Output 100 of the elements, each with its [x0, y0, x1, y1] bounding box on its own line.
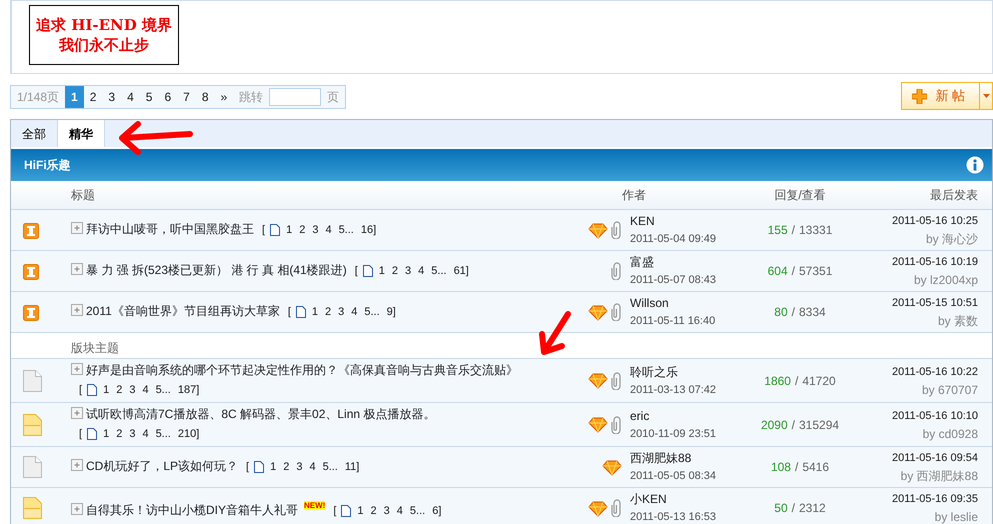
view-count: 5416 — [802, 460, 830, 474]
post-date: 2010-11-09 23:51 — [630, 426, 718, 442]
page-link[interactable]: 1 — [312, 306, 318, 318]
page-link[interactable]: 4 — [142, 384, 149, 396]
expand-icon[interactable] — [71, 263, 83, 275]
post-date: 2011-05-13 16:53 — [630, 510, 718, 524]
thread-title-link[interactable]: 2011《音响世界》节目组再访大草家 — [86, 304, 280, 318]
page-link[interactable]: 1 — [357, 504, 364, 516]
thread-title-link[interactable]: 试听欧博高清7C播放器、8C 解码器、景丰02、Linn 极点播放器。 — [86, 407, 436, 421]
page-link[interactable]: 16] — [360, 224, 376, 236]
page-link[interactable]: 5... — [431, 265, 447, 277]
page-jump-field[interactable] — [269, 88, 322, 106]
page-link[interactable]: 8 — [196, 86, 215, 108]
tab[interactable]: 精华 — [58, 120, 105, 147]
last-post-time: 2011-05-16 09:35 — [890, 492, 978, 507]
next-page-link[interactable]: » — [214, 86, 234, 108]
thread-title-link[interactable]: 暴 力 强 拆(523楼已更新） 港 行 真 相(41楼跟进) — [86, 263, 347, 277]
page-link[interactable]: 5... — [156, 428, 171, 440]
page-link[interactable]: 3 — [129, 428, 136, 440]
thread-title-link[interactable]: 好声是由音响系统的哪个环节起决定性作用的？《高保真音响与古典音乐交流贴》 — [86, 363, 518, 377]
page-link[interactable]: 3 — [296, 461, 302, 473]
page-link[interactable]: 7 — [177, 86, 196, 108]
forum-title: HiFi乐趣 — [24, 157, 71, 174]
column-header: 标题 — [71, 187, 96, 204]
bracket: [ — [354, 265, 358, 277]
page-link[interactable]: 6 — [158, 86, 178, 108]
page-link[interactable]: 1 — [65, 86, 84, 108]
page-link[interactable]: 1 — [270, 461, 276, 473]
post-date: 2011-05-05 08:34 — [630, 469, 718, 484]
page-link[interactable]: 4 — [309, 461, 316, 473]
page-link[interactable]: 210] — [178, 428, 200, 440]
page-link[interactable]: 4 — [351, 306, 358, 318]
page-icon — [296, 306, 306, 318]
thread-title-link[interactable]: 自得其乐！访中山小榄DIY音箱牛人礼哥 — [86, 502, 298, 516]
page-icon — [362, 265, 373, 278]
last-poster: by 海心沙 — [924, 231, 978, 248]
last-poster: by 670707 — [920, 382, 978, 398]
view-count: 57351 — [799, 264, 832, 278]
page-link[interactable]: 2 — [84, 86, 102, 108]
expand-icon[interactable] — [71, 459, 83, 471]
page-link[interactable]: 5... — [322, 461, 338, 473]
page-link[interactable]: 1 — [286, 224, 292, 236]
last-post-time: 2011-05-16 10:10 — [890, 408, 978, 424]
reply-count: 155 — [768, 223, 788, 237]
page-link[interactable]: 2 — [392, 265, 398, 277]
page-link[interactable]: 4 — [418, 265, 424, 277]
page-link[interactable]: 1 — [103, 384, 110, 396]
expand-icon[interactable] — [71, 222, 83, 234]
expand-icon[interactable] — [71, 363, 83, 375]
page-link[interactable]: 3 — [405, 265, 412, 277]
page-link[interactable]: 4 — [325, 224, 332, 236]
page-link[interactable]: 2 — [370, 504, 377, 516]
page-link[interactable]: 2 — [299, 224, 306, 236]
page-link[interactable]: 6] — [432, 504, 442, 516]
view-count: 315294 — [799, 418, 840, 432]
page-icon — [341, 504, 352, 517]
page-link[interactable]: 5... — [338, 224, 354, 236]
page-link[interactable]: 5... — [410, 504, 426, 516]
last-post-time: 2011-05-16 10:25 — [890, 214, 978, 229]
author-name: 聆听之乐 — [630, 364, 679, 380]
page-link[interactable]: 5 — [140, 86, 158, 108]
section-label: 版块主题 — [71, 341, 119, 355]
separator: / — [794, 374, 798, 388]
expand-icon[interactable] — [71, 502, 83, 514]
view-count: 13331 — [799, 223, 832, 237]
page-link[interactable]: 4 — [121, 86, 140, 108]
page-link[interactable]: 2 — [283, 461, 290, 473]
page-link[interactable]: 9] — [386, 306, 396, 318]
page-link[interactable]: 5... — [364, 306, 380, 318]
page-link[interactable]: 1 — [103, 428, 110, 440]
thread-title-link[interactable]: CD机玩好了，LP该如何玩？ — [86, 459, 238, 473]
last-post-time: 2011-05-15 10:51 — [890, 296, 978, 311]
view-count: 8334 — [799, 305, 826, 319]
page-link[interactable]: 3 — [129, 384, 136, 396]
page-link[interactable]: 4 — [142, 428, 149, 440]
last-post-time: 2011-05-16 09:54 — [890, 451, 978, 466]
page-link[interactable]: 3 — [384, 504, 390, 516]
thread-title-link[interactable]: 拜访中山唛哥，听中国黑胶盘王 — [86, 222, 254, 236]
page-link[interactable]: 3 — [338, 306, 344, 318]
expand-icon[interactable] — [71, 407, 83, 419]
page-link[interactable]: 187] — [178, 384, 200, 396]
page-link[interactable]: 5... — [156, 384, 171, 396]
page-link[interactable]: 3 — [312, 224, 318, 236]
page-link[interactable]: 2 — [325, 306, 332, 318]
page-link[interactable]: 2 — [116, 384, 122, 396]
page-suffix: 页 — [326, 89, 340, 106]
info-icon — [966, 156, 984, 174]
last-poster: by leslie — [934, 509, 978, 524]
last-post-time: 2011-05-16 10:19 — [890, 255, 978, 270]
page-link[interactable]: 61] — [454, 265, 469, 277]
dropdown-button[interactable] — [980, 82, 993, 110]
separator: / — [792, 418, 795, 432]
page-link[interactable]: 2 — [116, 428, 122, 440]
page-link[interactable]: 11] — [344, 461, 360, 473]
post-date: 2011-03-13 07:42 — [630, 382, 718, 398]
page-link[interactable]: 3 — [102, 86, 122, 108]
page-link[interactable]: 1 — [378, 265, 385, 277]
page-link[interactable]: 4 — [396, 504, 403, 516]
author-name: KEN — [630, 213, 656, 230]
expand-icon[interactable] — [71, 304, 83, 316]
